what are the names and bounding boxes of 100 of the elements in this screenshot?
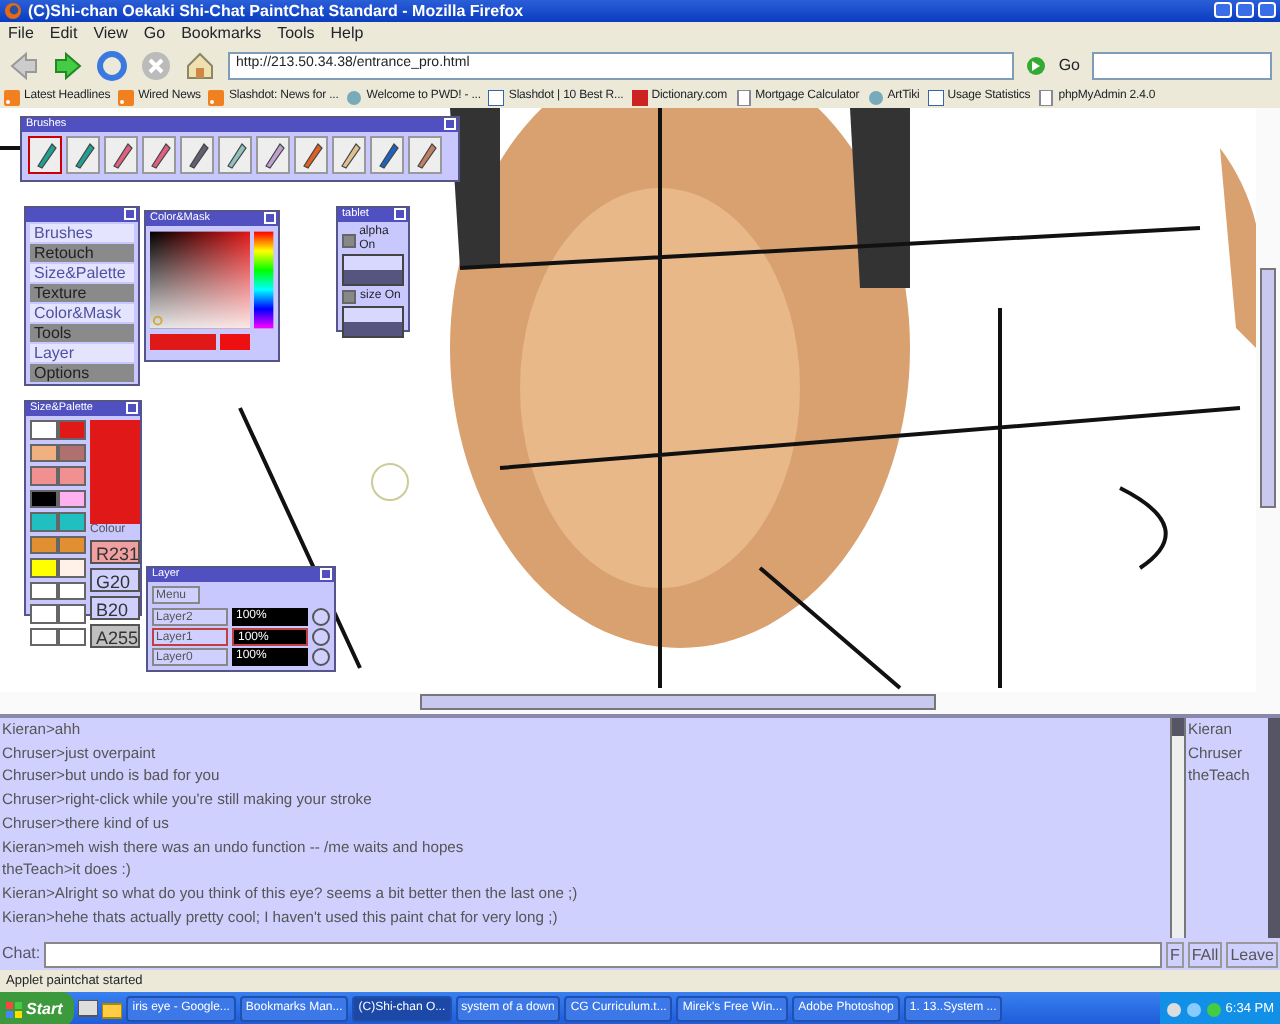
scrollbar-thumb[interactable] bbox=[1260, 268, 1276, 508]
search-field[interactable] bbox=[1092, 51, 1272, 79]
menu-item[interactable]: File bbox=[8, 23, 34, 43]
scrollbar-thumb[interactable] bbox=[1268, 718, 1280, 938]
feed-icon bbox=[118, 89, 135, 105]
palette-menu-item[interactable]: Color&Mask bbox=[30, 304, 134, 322]
close-button[interactable] bbox=[1258, 2, 1276, 18]
pen-icon bbox=[413, 140, 437, 170]
palette-swatch[interactable] bbox=[58, 420, 86, 439]
palette-swatch[interactable] bbox=[58, 489, 86, 509]
channel-field[interactable]: G20 bbox=[90, 568, 140, 593]
close-button[interactable] bbox=[444, 118, 456, 130]
pen-icon bbox=[261, 140, 285, 170]
slider-field[interactable] bbox=[342, 254, 404, 287]
windows-logo-icon bbox=[6, 1001, 22, 1017]
palette-menu-item[interactable]: Layer bbox=[30, 344, 134, 362]
channel-field[interactable]: R231 bbox=[90, 540, 140, 565]
chat-button[interactable]: F bbox=[1165, 941, 1184, 967]
scrollbar-thumb[interactable] bbox=[420, 694, 936, 710]
close-button[interactable] bbox=[320, 568, 332, 580]
close-button[interactable] bbox=[264, 212, 276, 224]
minimize-button[interactable] bbox=[1214, 2, 1232, 18]
close-button[interactable] bbox=[124, 208, 136, 220]
palette-swatch[interactable] bbox=[30, 443, 58, 463]
feed-icon bbox=[4, 89, 20, 105]
channel-field[interactable]: A255 bbox=[90, 624, 140, 649]
palette-menu-item[interactable]: Texture bbox=[30, 284, 134, 302]
menu-item[interactable]: Edit bbox=[49, 23, 78, 43]
reload-icon[interactable] bbox=[96, 49, 128, 81]
maximize-button[interactable] bbox=[1236, 2, 1254, 18]
brush-tool-button[interactable] bbox=[294, 136, 328, 174]
palette-menu-item[interactable]: Size&Palette bbox=[30, 264, 134, 282]
feed-icon bbox=[208, 89, 225, 105]
menu-item[interactable]: Go bbox=[143, 23, 166, 43]
palette-swatch[interactable] bbox=[30, 604, 58, 624]
menu-item[interactable]: Tools bbox=[277, 23, 315, 43]
desktop-icon[interactable] bbox=[78, 999, 99, 1019]
palette-swatch[interactable] bbox=[58, 604, 86, 624]
palette-swatch[interactable] bbox=[58, 443, 86, 463]
pen-icon bbox=[299, 140, 323, 170]
chat-label: Chat: bbox=[2, 944, 41, 964]
chat-input[interactable] bbox=[44, 941, 1162, 967]
firefox-icon bbox=[4, 2, 22, 20]
brush-tool-button[interactable] bbox=[332, 136, 366, 174]
palette-swatch[interactable] bbox=[58, 512, 86, 532]
palette-menu-item[interactable]: Tools bbox=[30, 324, 134, 342]
brush-tool-button[interactable] bbox=[370, 136, 404, 174]
window-title: (C)Shi-chan Oekaki Shi-Chat PaintChat Standard - Mozilla Firefox bbox=[28, 1, 524, 21]
palette-menu-item[interactable]: Options bbox=[30, 364, 134, 382]
brush-tool-button[interactable] bbox=[218, 136, 252, 174]
close-button[interactable] bbox=[126, 402, 138, 414]
brush-tool-button[interactable] bbox=[28, 136, 62, 174]
brush-tool-button[interactable] bbox=[256, 136, 290, 174]
pen-icon bbox=[185, 140, 209, 170]
color-swatch[interactable] bbox=[220, 334, 250, 350]
palette-swatch[interactable] bbox=[58, 558, 86, 578]
palette-swatch[interactable] bbox=[30, 466, 58, 486]
brush-tool-button[interactable] bbox=[142, 136, 176, 174]
palette-swatch[interactable] bbox=[30, 581, 58, 601]
brush-tool-button[interactable] bbox=[408, 136, 442, 174]
channel-field[interactable]: B20 bbox=[90, 596, 140, 621]
palette-swatch[interactable] bbox=[30, 512, 58, 532]
chat-button[interactable]: Leave bbox=[1226, 941, 1278, 967]
pen-icon bbox=[337, 140, 361, 170]
color-swatch[interactable] bbox=[150, 334, 216, 350]
pen-icon bbox=[223, 140, 247, 170]
pen-icon bbox=[375, 140, 399, 170]
palette-swatch[interactable] bbox=[30, 489, 58, 509]
palette-swatch[interactable] bbox=[30, 558, 58, 578]
palette-swatch[interactable] bbox=[58, 466, 86, 486]
menu-item[interactable]: View bbox=[93, 23, 128, 43]
toggle-checkbox[interactable] bbox=[342, 290, 356, 305]
close-button[interactable] bbox=[394, 208, 406, 220]
go-button[interactable]: Go bbox=[1058, 55, 1080, 75]
palette-swatch[interactable] bbox=[30, 535, 58, 555]
chat-button[interactable]: FAll bbox=[1187, 941, 1223, 967]
palette-swatch[interactable] bbox=[58, 535, 86, 555]
scrollbar-thumb[interactable] bbox=[1172, 718, 1184, 736]
forward-icon[interactable] bbox=[52, 49, 84, 81]
folder-icon[interactable] bbox=[102, 999, 123, 1019]
pen-icon bbox=[109, 140, 133, 170]
slider-field[interactable] bbox=[342, 305, 404, 338]
pen-icon bbox=[147, 140, 171, 170]
palette-swatch[interactable] bbox=[58, 581, 86, 601]
brush-tool-button[interactable] bbox=[66, 136, 100, 174]
go-arrow-icon[interactable] bbox=[1026, 55, 1047, 75]
toggle-checkbox[interactable] bbox=[342, 233, 356, 248]
brush-tool-button[interactable] bbox=[180, 136, 214, 174]
menu-item[interactable]: Help bbox=[330, 23, 364, 43]
brush-tool-button[interactable] bbox=[104, 136, 138, 174]
menu-item[interactable]: Bookmarks bbox=[181, 23, 262, 43]
pen-icon bbox=[33, 140, 57, 170]
palette-menu-item[interactable]: Brushes bbox=[30, 224, 134, 242]
palette-swatch[interactable] bbox=[30, 420, 58, 439]
hue-bar[interactable] bbox=[254, 230, 274, 330]
palette-menu-item[interactable]: Retouch bbox=[30, 244, 134, 262]
pen-icon bbox=[71, 140, 95, 170]
home-icon[interactable] bbox=[184, 49, 216, 81]
color-gradient[interactable] bbox=[150, 230, 251, 330]
start-button[interactable]: Start bbox=[0, 992, 75, 1024]
